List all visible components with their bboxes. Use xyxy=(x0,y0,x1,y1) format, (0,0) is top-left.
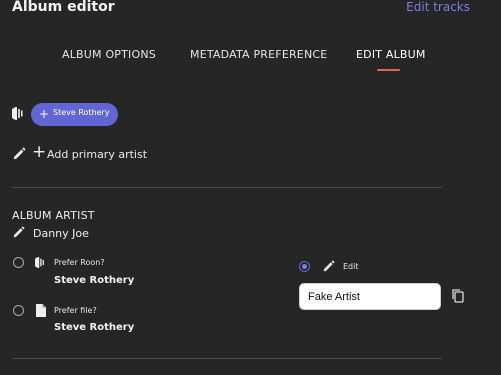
edit-tracks-link[interactable]: Edit tracks xyxy=(406,0,470,14)
tab-edit-album[interactable]: EDIT ALBUM xyxy=(356,48,426,61)
active-tab-indicator xyxy=(377,69,400,71)
section-divider xyxy=(12,187,442,188)
album-artist-heading: ALBUM ARTIST xyxy=(12,209,95,222)
prefer-file-value: Steve Rothery xyxy=(54,322,135,333)
prefer-roon-radio[interactable] xyxy=(13,257,24,268)
page-title: Album editor xyxy=(12,0,115,15)
file-icon xyxy=(36,304,46,317)
album-artist-current-value: Danny Joe xyxy=(33,227,89,240)
artist-chip-steve-rothery[interactable]: + Steve Rothery xyxy=(31,103,118,126)
prefer-roon-value: Steve Rothery xyxy=(54,275,135,286)
section-divider xyxy=(12,358,442,359)
pencil-icon xyxy=(323,260,335,272)
album-editor-page: Album editor Edit tracks ALBUM OPTIONS M… xyxy=(0,0,501,375)
prefer-file-radio[interactable] xyxy=(13,305,24,316)
album-artist-edit-input[interactable] xyxy=(299,283,441,310)
copy-icon[interactable] xyxy=(452,289,464,303)
tab-metadata-preference[interactable]: METADATA PREFERENCE xyxy=(190,48,327,61)
roon-icon xyxy=(12,107,23,120)
pencil-icon xyxy=(14,147,26,159)
tab-album-options[interactable]: ALBUM OPTIONS xyxy=(62,48,156,61)
artist-chip-label: Steve Rothery xyxy=(53,108,110,117)
pencil-icon xyxy=(13,226,25,238)
plus-icon: + xyxy=(32,142,47,162)
prefer-roon-label: Prefer Roon? xyxy=(54,258,105,267)
prefer-file-label: Prefer file? xyxy=(54,306,97,315)
roon-icon xyxy=(35,257,44,268)
plus-icon: + xyxy=(39,107,50,121)
edit-radio[interactable] xyxy=(299,261,310,272)
edit-label: Edit xyxy=(343,262,359,271)
add-primary-artist-label: Add primary artist xyxy=(47,148,148,161)
tab-bar: ALBUM OPTIONS METADATA PREFERENCE EDIT A… xyxy=(0,48,501,74)
